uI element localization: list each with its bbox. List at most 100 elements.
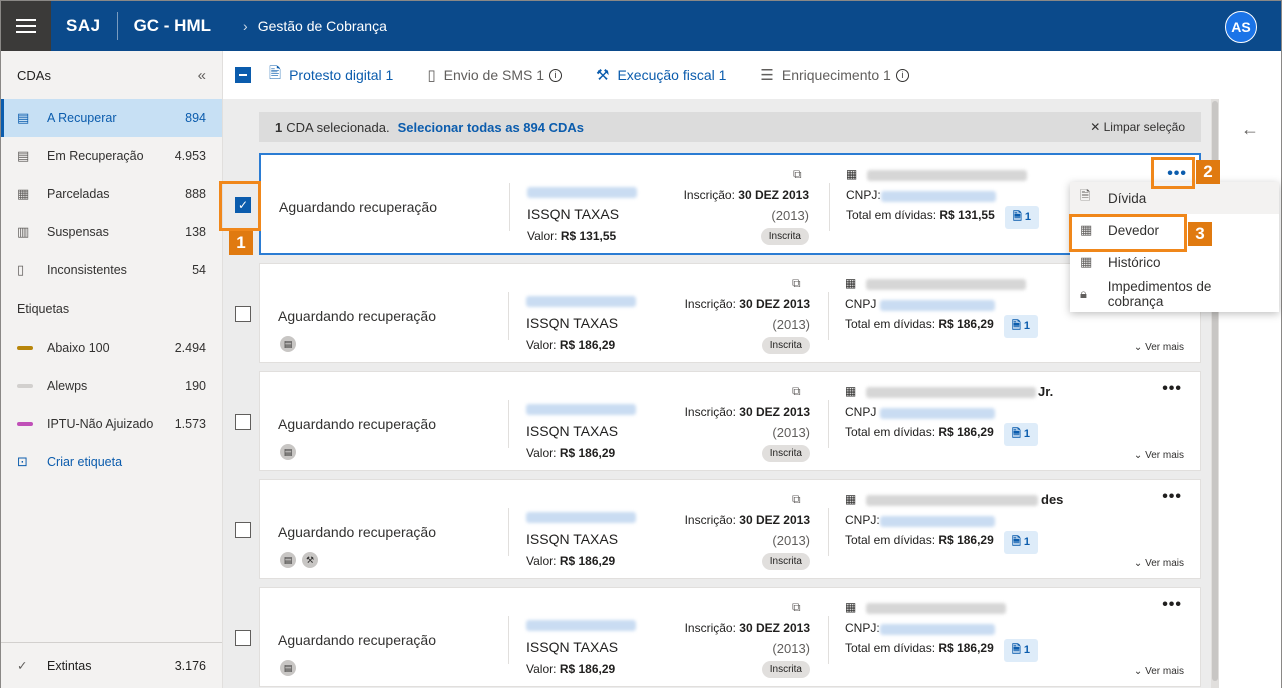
inscricao-date: 30 DEZ 2013 — [739, 621, 810, 635]
card-cnpj: CNPJ — [845, 405, 876, 419]
debts-count: 1 — [1023, 536, 1031, 548]
breadcrumb[interactable]: Gestão de Cobrança — [258, 18, 387, 34]
total-label: Total em dívidas: — [845, 425, 936, 439]
sidebar-item-extintas[interactable]: ✓ Extintas 3.176 — [1, 642, 222, 688]
card-tributo: ISSQN TAXAS — [526, 315, 619, 331]
enriquecimento-button[interactable]: ☰ Enriquecimento 1 i — [760, 66, 909, 84]
tag-item-abaixo-100[interactable]: Abaixo 100 2.494 — [1, 329, 222, 367]
sidebar-item-label: Suspensas — [47, 225, 109, 239]
more-options-icon[interactable]: ••• — [1162, 488, 1182, 506]
card-valor: Valor: R$ 186,29 — [526, 662, 615, 676]
hamburger-menu-icon[interactable] — [1, 1, 51, 51]
tag-item-alewps[interactable]: Alewps 190 — [1, 367, 222, 405]
debts-count-badge[interactable]: 🗎 1 — [1005, 206, 1040, 229]
card-cnpj: CNPJ — [845, 297, 876, 311]
card-tributo: ISSQN TAXAS — [527, 206, 620, 222]
cnpj-label: CNPJ: — [846, 188, 881, 202]
cnpj-label: CNPJ: — [845, 513, 880, 527]
envio-sms-button[interactable]: ▯ Envio de SMS 1 i — [427, 66, 563, 84]
info-icon[interactable]: i — [549, 68, 563, 82]
sidebar-item-inconsistentes[interactable]: ▯ Inconsistentes 54 — [1, 251, 222, 289]
inscricao-label: Inscrição: — [683, 188, 735, 202]
sidebar-item-parceladas[interactable]: ▦ Parceladas 888 — [1, 175, 222, 213]
cda-card[interactable]: Aguardando recuperação ▤ ISSQN TAXAS Val… — [259, 371, 1201, 471]
check-icon: ✓ — [17, 659, 28, 673]
protesto-digital-button[interactable]: 🖹 Protesto digital 1 — [269, 63, 393, 88]
tag-label: Alewps — [47, 379, 88, 393]
inscricao-label: Inscrição: — [684, 405, 736, 419]
gavel-icon: ⚒ — [596, 67, 610, 84]
document-add-icon[interactable]: ⧉ — [792, 276, 801, 291]
card-tributo: ISSQN TAXAS — [526, 639, 619, 655]
document-add-icon[interactable]: ⧉ — [792, 492, 801, 507]
inscricao-label: Inscrição: — [684, 621, 736, 635]
action-bar: 🖹 Protesto digital 1 ▯ Envio de SMS 1 i … — [223, 51, 1281, 99]
app-name[interactable]: GC - HML — [134, 16, 211, 36]
valor-value: R$ 186,29 — [559, 662, 616, 676]
inscricao-label: Inscrição: — [684, 297, 736, 311]
document-add-icon[interactable]: ⧉ — [793, 167, 802, 182]
cda-card[interactable]: Aguardando recuperação ▤ ISSQN TAXAS Val… — [259, 263, 1201, 363]
debts-count-badge[interactable]: 🗎 1 — [1004, 423, 1039, 446]
collapse-icon[interactable]: « — [198, 67, 206, 84]
row-checkbox[interactable] — [235, 522, 251, 538]
card-year: (2013) — [772, 317, 810, 332]
redacted-name — [866, 603, 1006, 614]
building-icon: ▦ — [845, 492, 857, 506]
create-tag-link[interactable]: ⊡ Criar etiqueta — [1, 443, 222, 481]
back-arrow-icon[interactable]: ← — [1241, 119, 1259, 140]
document-add-icon[interactable]: ⧉ — [792, 600, 801, 615]
divider — [508, 400, 509, 448]
redacted-cnpj — [880, 408, 995, 419]
status-badge: Inscrita — [761, 337, 810, 354]
cda-card[interactable]: Aguardando recuperação ▤ ⚒ ISSQN TAXAS Va… — [259, 479, 1201, 579]
redacted-number — [526, 404, 636, 415]
menu-item-impedimentos[interactable]: 🔒︎ Impedimentos de cobrança — [1070, 278, 1279, 310]
select-all-checkbox[interactable] — [235, 67, 251, 83]
sidebar-item-a-recuperar[interactable]: ▤ A Recuperar 894 — [1, 99, 222, 137]
total-value: R$ 131,55 — [939, 208, 995, 222]
execucao-fiscal-button[interactable]: ⚒ Execução fiscal 1 — [596, 66, 726, 84]
debts-count-badge[interactable]: 🗎 1 — [1004, 531, 1039, 554]
divider — [828, 508, 829, 556]
menu-item-label: Dívida — [1108, 190, 1147, 206]
document-add-icon[interactable]: ⧉ — [792, 384, 801, 399]
ver-mais-label: Ver mais — [1145, 558, 1184, 569]
sidebar-item-suspensas[interactable]: ▥ Suspensas 138 — [1, 213, 222, 251]
sidebar-item-label: A Recuperar — [47, 111, 117, 125]
brand-logo: SAJ — [66, 16, 101, 35]
divider — [828, 400, 829, 448]
ver-mais-link[interactable]: ⌄ Ver mais — [1134, 450, 1184, 461]
debts-count-badge[interactable]: 🗎 1 — [1004, 315, 1039, 338]
card-tributo: ISSQN TAXAS — [526, 531, 619, 547]
cda-card[interactable]: Aguardando recuperação ISSQN TAXAS Valor… — [259, 153, 1201, 255]
more-options-icon[interactable]: ••• — [1162, 596, 1182, 614]
more-options-icon[interactable]: ••• — [1162, 380, 1182, 398]
step-marker-1: 1 — [229, 231, 253, 255]
sidebar-item-em-recuperacao[interactable]: ▤ Em Recuperação 4.953 — [1, 137, 222, 175]
row-checkbox[interactable] — [235, 306, 251, 322]
sms-document-icon: ▯ — [427, 67, 436, 84]
ver-mais-link[interactable]: ⌄ Ver mais — [1134, 342, 1184, 353]
redacted-cnpj — [880, 300, 995, 311]
clear-selection-button[interactable]: ✕ Limpar seleção — [1090, 120, 1185, 134]
calendar-icon: ▦ — [17, 186, 30, 201]
warning-document-icon: ▯ — [17, 262, 25, 277]
card-cnpj: CNPJ: — [845, 621, 880, 635]
sidebar-item-count: 54 — [192, 263, 206, 277]
cda-card[interactable]: Aguardando recuperação ▤ ISSQN TAXAS Val… — [259, 587, 1201, 687]
card-badges: ▤ — [280, 336, 296, 352]
row-checkbox[interactable] — [235, 414, 251, 430]
info-icon[interactable]: i — [895, 68, 909, 82]
debts-count: 1 — [1023, 320, 1031, 332]
debts-count-badge[interactable]: 🗎 1 — [1004, 639, 1039, 662]
ver-mais-link[interactable]: ⌄ Ver mais — [1134, 666, 1184, 677]
sidebar-item-count: 138 — [185, 225, 206, 239]
card-inscricao: Inscrição: 30 DEZ 2013 — [685, 513, 810, 527]
tag-item-iptu-nao-ajuizado[interactable]: IPTU-Não Ajuizado 1.573 — [1, 405, 222, 443]
select-all-link[interactable]: Selecionar todas as 894 CDAs — [398, 120, 584, 135]
ver-mais-link[interactable]: ⌄ Ver mais — [1134, 558, 1184, 569]
valor-label: Valor: — [526, 554, 557, 568]
user-avatar[interactable]: AS — [1225, 11, 1257, 43]
row-checkbox[interactable] — [235, 630, 251, 646]
